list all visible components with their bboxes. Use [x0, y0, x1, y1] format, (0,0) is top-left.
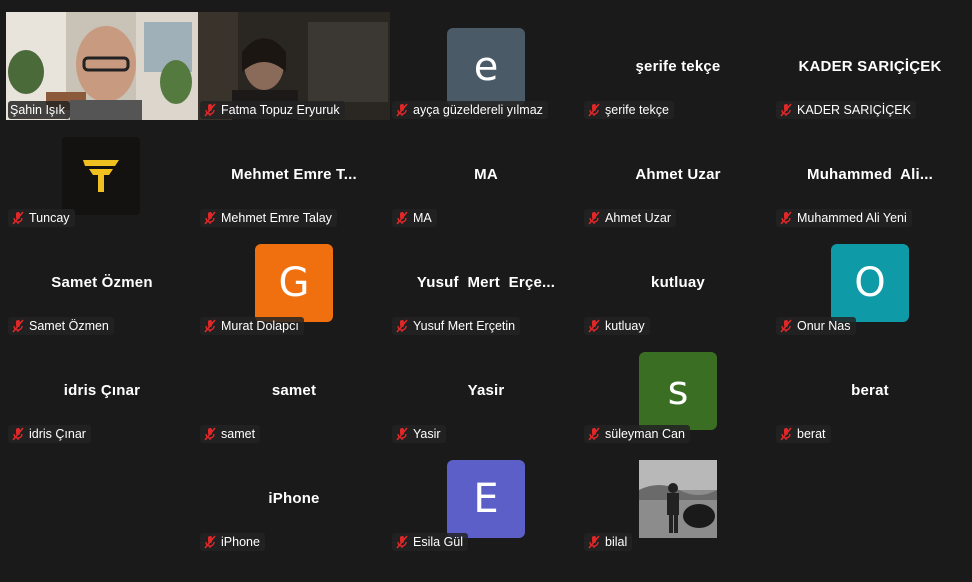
participant-name-tag: Murat Dolapcı [200, 317, 304, 335]
participant-tile[interactable]: samet samet [198, 336, 390, 444]
participant-tile[interactable]: Samet Özmen Samet Özmen [6, 228, 198, 336]
mic-muted-icon [10, 210, 26, 226]
participant-display-name: samet [271, 382, 317, 399]
participant-name-tag: samet [200, 425, 261, 443]
participant-avatar: s [639, 352, 717, 430]
participant-tile[interactable]: idris Çınar idris Çınar [6, 336, 198, 444]
mic-muted-icon [202, 102, 218, 118]
participant-name-tag: bilal [584, 533, 633, 551]
participant-name-tag: Esila Gül [392, 533, 469, 551]
participant-display-name: Muhammed Ali... [807, 166, 933, 183]
mic-muted-icon [778, 318, 794, 334]
participant-name-tag: berat [776, 425, 831, 443]
participant-tile[interactable]: bilal [582, 444, 774, 552]
participant-avatar: e [447, 28, 525, 106]
participant-name-tag: şerife tekçe [584, 101, 674, 119]
participant-tile[interactable]: KADER SARIÇİÇEK KADER SARIÇİÇEK [774, 12, 966, 120]
participant-name-tag: Onur Nas [776, 317, 856, 335]
participant-tile[interactable]: berat berat [774, 336, 966, 444]
participant-tile[interactable]: Muhammed Ali... Muhammed Ali Yeni [774, 120, 966, 228]
participant-name-tag: Tuncay [8, 209, 75, 227]
participant-tile-video[interactable]: Fatma Topuz Eryuruk [198, 12, 390, 120]
mic-muted-icon [202, 534, 218, 550]
participant-name-tag: Mehmet Emre Talay [200, 209, 337, 227]
participant-name-tag: idris Çınar [8, 425, 91, 443]
mic-muted-icon [10, 318, 26, 334]
gallery-grid: Şahin Işık Fatma Topuz Eryuruk e ayça gü… [6, 12, 966, 552]
participant-name-tag: Şahin Işık [8, 101, 70, 119]
participant-tile-video-active[interactable]: Şahin Işık [6, 12, 198, 120]
participant-tile[interactable]: e ayça güzeldereli yılmaz [390, 12, 582, 120]
participant-tile[interactable]: iPhone iPhone [198, 444, 390, 552]
participant-name-tag: Ahmet Uzar [584, 209, 676, 227]
participant-name-tag: Fatma Topuz Eryuruk [200, 101, 345, 119]
participant-name-tag: ayça güzeldereli yılmaz [392, 101, 548, 119]
participant-tile[interactable]: Tuncay [6, 120, 198, 228]
mic-muted-icon [202, 426, 218, 442]
mic-muted-icon [202, 210, 218, 226]
tuncay-logo-icon [83, 160, 119, 192]
mic-muted-icon [586, 534, 602, 550]
participant-tile[interactable]: O Onur Nas [774, 228, 966, 336]
participant-tile[interactable]: MA MA [390, 120, 582, 228]
mic-muted-icon [394, 426, 410, 442]
participant-display-name: Yasir [467, 382, 505, 399]
mic-muted-icon [394, 102, 410, 118]
participant-display-name: berat [851, 382, 889, 399]
participant-tile[interactable]: s süleyman Can [582, 336, 774, 444]
participant-display-name: Yusuf Mert Erçe... [416, 274, 556, 291]
participant-tile[interactable]: Ahmet Uzar Ahmet Uzar [582, 120, 774, 228]
mic-muted-icon [778, 102, 794, 118]
participant-display-name: Samet Özmen [51, 274, 153, 291]
participant-display-name: MA [474, 166, 498, 183]
profile-picture [639, 460, 717, 538]
participant-name-tag: Yusuf Mert Erçetin [392, 317, 521, 335]
participant-display-name: Ahmet Uzar [635, 166, 721, 183]
mic-muted-icon [586, 210, 602, 226]
participant-name-tag: MA [392, 209, 437, 227]
participant-avatar: O [831, 244, 909, 322]
mic-muted-icon [394, 210, 410, 226]
participant-name-tag: Samet Özmen [8, 317, 114, 335]
participant-tile[interactable]: Yusuf Mert Erçe... Yusuf Mert Erçetin [390, 228, 582, 336]
participant-avatar: G [255, 244, 333, 322]
participant-name-tag: KADER SARIÇİÇEK [776, 101, 916, 119]
participant-name-tag: kutluay [584, 317, 650, 335]
participant-display-name: kutluay [651, 274, 705, 291]
participant-display-name: Mehmet Emre T... [231, 166, 357, 183]
mic-muted-icon [586, 102, 602, 118]
participant-tile[interactable]: Yasir Yasir [390, 336, 582, 444]
participant-display-name: iPhone [268, 490, 320, 507]
mic-muted-icon [778, 210, 794, 226]
mic-muted-icon [202, 318, 218, 334]
participant-tile[interactable]: G Murat Dolapcı [198, 228, 390, 336]
profile-picture [62, 137, 140, 215]
participant-tile[interactable]: E Esila Gül [390, 444, 582, 552]
participant-name-tag: iPhone [200, 533, 265, 551]
mic-muted-icon [10, 426, 26, 442]
participant-tile[interactable]: şerife tekçe şerife tekçe [582, 12, 774, 120]
participant-display-name: KADER SARIÇİÇEK [798, 58, 942, 75]
participant-name-tag: Muhammed Ali Yeni [776, 209, 912, 227]
participant-display-name: idris Çınar [63, 382, 141, 399]
participant-avatar: E [447, 460, 525, 538]
participant-tile[interactable]: kutluay kutluay [582, 228, 774, 336]
participant-display-name: şerife tekçe [635, 58, 721, 75]
participant-name-tag: süleyman Can [584, 425, 690, 443]
mic-muted-icon [778, 426, 794, 442]
participant-name-tag: Yasir [392, 425, 446, 443]
mic-muted-icon [394, 318, 410, 334]
mic-muted-icon [586, 318, 602, 334]
mic-muted-icon [394, 534, 410, 550]
mic-muted-icon [586, 426, 602, 442]
participant-tile[interactable]: Mehmet Emre T... Mehmet Emre Talay [198, 120, 390, 228]
